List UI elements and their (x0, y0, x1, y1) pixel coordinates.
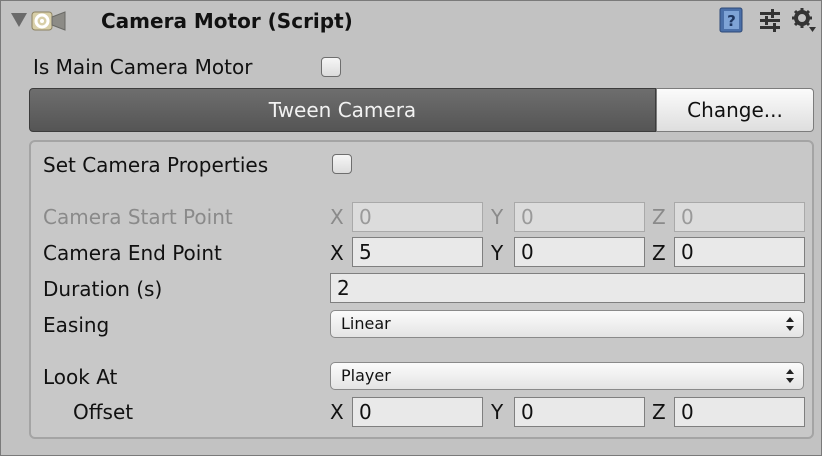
start-y-axis-label: Y (491, 205, 504, 229)
tween-camera-field[interactable]: Tween Camera (29, 88, 656, 132)
offset-z-axis-label[interactable]: Z (652, 400, 666, 424)
end-x-field[interactable]: 5 (352, 237, 483, 267)
start-z-axis-label: Z (652, 205, 666, 229)
dropdown-arrows-icon (786, 317, 794, 331)
end-z-field[interactable]: 0 (674, 237, 805, 267)
script-gear-icon (31, 11, 66, 31)
offset-y-field[interactable]: 0 (514, 397, 645, 427)
offset-y-axis-label[interactable]: Y (491, 400, 503, 424)
start-z-field: 0 (674, 202, 805, 232)
end-y-field[interactable]: 0 (514, 237, 645, 267)
easing-dropdown[interactable]: Linear (330, 310, 804, 338)
offset-label: Offset (73, 400, 134, 424)
start-x-field: 0 (352, 202, 483, 232)
change-button[interactable]: Change... (656, 88, 814, 132)
svg-text:?: ? (727, 12, 736, 30)
set-camera-properties-label: Set Camera Properties (43, 153, 269, 177)
camera-start-point-label: Camera Start Point (43, 205, 233, 229)
offset-x-field[interactable]: 0 (352, 397, 483, 427)
dropdown-arrows-icon (786, 369, 794, 383)
start-y-field: 0 (514, 202, 645, 232)
start-x-axis-label: X (330, 205, 344, 229)
duration-field[interactable]: 2 (330, 273, 805, 303)
end-y-axis-label[interactable]: Y (491, 241, 503, 265)
look-at-label: Look At (43, 365, 118, 389)
offset-x-axis-label[interactable]: X (330, 400, 344, 424)
end-z-axis-label[interactable]: Z (652, 241, 666, 265)
easing-value: Linear (341, 314, 391, 333)
settings-gear-icon[interactable] (791, 7, 817, 33)
help-book-icon[interactable]: ? (718, 7, 744, 33)
end-x-axis-label[interactable]: X (330, 241, 344, 265)
easing-label: Easing (43, 313, 110, 337)
is-main-camera-motor-checkbox[interactable] (321, 57, 341, 77)
preset-sliders-icon[interactable] (757, 7, 783, 33)
look-at-value: Player (341, 366, 391, 385)
camera-motor-component: Camera Motor (Script) ? Is Main Camera M… (0, 0, 822, 456)
camera-end-point-label: Camera End Point (43, 241, 222, 265)
set-camera-properties-checkbox[interactable] (332, 154, 352, 174)
is-main-camera-motor-label: Is Main Camera Motor (33, 55, 253, 79)
component-title: Camera Motor (Script) (101, 9, 353, 33)
look-at-dropdown[interactable]: Player (330, 362, 804, 390)
duration-label: Duration (s) (43, 277, 163, 301)
foldout-arrow-icon[interactable] (11, 13, 27, 27)
offset-z-field[interactable]: 0 (674, 397, 805, 427)
